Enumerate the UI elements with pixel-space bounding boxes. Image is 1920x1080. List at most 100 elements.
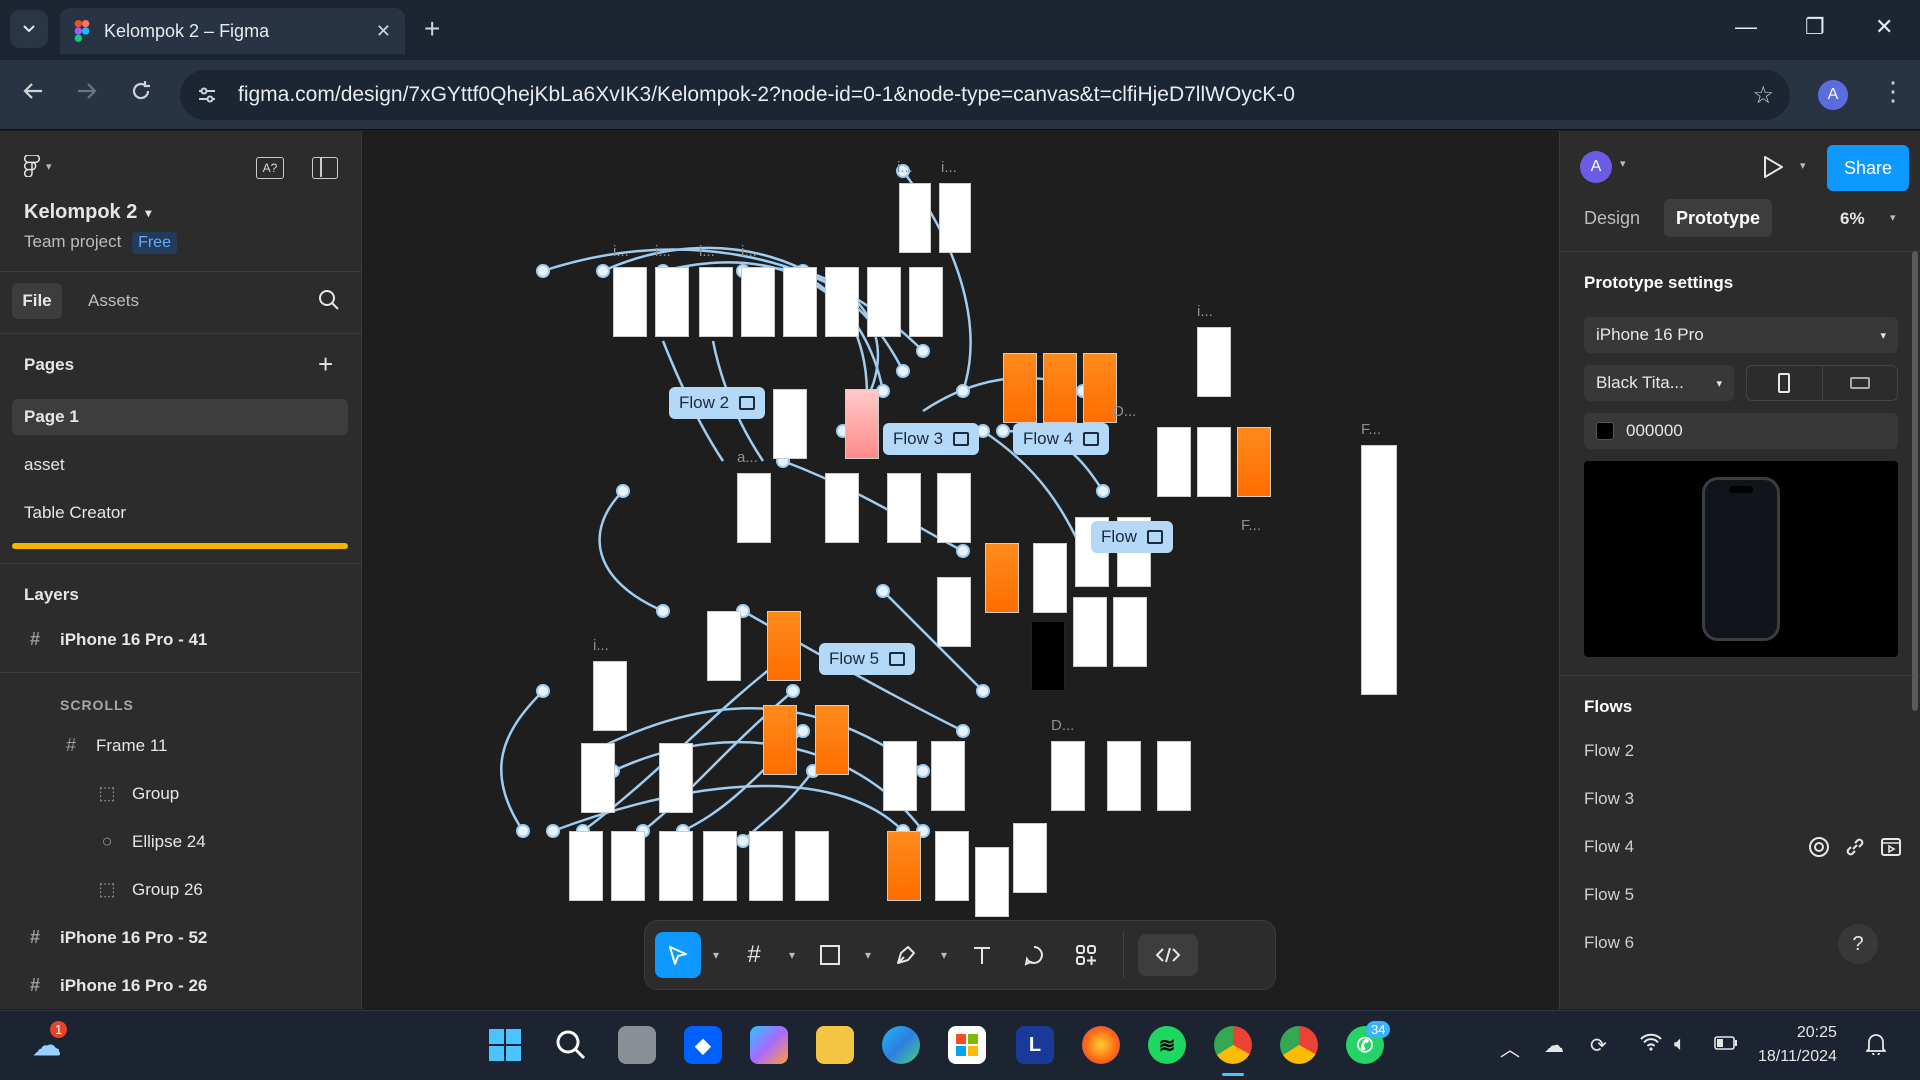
background-color-field[interactable]: 000000 (1584, 413, 1898, 449)
chevron-down-icon[interactable]: ▾ (783, 948, 801, 962)
screen-frame-thumbnail[interactable] (825, 267, 859, 337)
present-flow-icon[interactable] (1880, 836, 1902, 863)
screen-frame-thumbnail[interactable] (1073, 597, 1107, 667)
screen-frame-thumbnail[interactable] (655, 267, 689, 337)
chevron-down-icon[interactable]: ▾ (1800, 159, 1806, 172)
frame-tool-button[interactable]: # (731, 932, 777, 978)
pen-tool-button[interactable] (883, 932, 929, 978)
orientation-toggle[interactable] (1746, 365, 1898, 401)
screen-frame-thumbnail[interactable] (1237, 427, 1271, 497)
link-icon[interactable] (1844, 836, 1866, 863)
screen-frame-thumbnail[interactable] (825, 473, 859, 543)
screen-frame-thumbnail[interactable] (1083, 353, 1117, 423)
microsoft-store-icon[interactable] (948, 1026, 986, 1064)
screen-frame-thumbnail[interactable] (795, 831, 829, 901)
device-model-select[interactable]: Black Tita... ▾ (1584, 365, 1734, 401)
pages-resize-handle[interactable] (12, 543, 348, 549)
restore-button[interactable]: ❐ (1805, 14, 1825, 40)
target-icon[interactable] (1808, 836, 1830, 863)
browser-menu-icon[interactable]: ⋮ (1880, 76, 1906, 107)
landscape-button[interactable] (1823, 366, 1898, 400)
color-hex-value[interactable]: 000000 (1626, 421, 1683, 441)
layer-frame[interactable]: # iPhone 16 Pro - 26 (24, 975, 207, 996)
zoom-level[interactable]: 6% (1840, 209, 1865, 229)
text-tool-button[interactable] (959, 932, 1005, 978)
chevron-down-icon[interactable]: ▾ (1620, 157, 1626, 170)
edge-browser-icon[interactable] (882, 1026, 920, 1064)
screen-frame-thumbnail[interactable] (1033, 543, 1067, 613)
screen-frame-thumbnail[interactable] (763, 705, 797, 775)
share-button[interactable]: Share (1827, 145, 1909, 191)
screen-frame-thumbnail[interactable] (975, 847, 1009, 917)
screen-frame-thumbnail[interactable] (783, 267, 817, 337)
dropbox-icon[interactable]: ◆ (684, 1026, 722, 1064)
firefox-icon[interactable] (1082, 1026, 1120, 1064)
screen-frame-thumbnail[interactable] (613, 267, 647, 337)
screen-frame-thumbnail[interactable] (887, 831, 921, 901)
sync-icon[interactable]: ⟳ (1590, 1033, 1607, 1058)
url-text[interactable]: figma.com/design/7xGYttf0QhejKbLa6XvIK3/… (238, 83, 1752, 107)
screen-frame-thumbnail[interactable] (1107, 741, 1141, 811)
layer-frame[interactable]: # iPhone 16 Pro - 52 (24, 927, 207, 948)
color-swatch[interactable] (1596, 422, 1614, 440)
comment-tool-button[interactable] (1011, 932, 1057, 978)
notifications-bell-icon[interactable] (1864, 1033, 1888, 1061)
file-name-button[interactable]: Kelompok 2 ▾ (24, 201, 151, 224)
chevron-up-icon[interactable]: ︿ (1500, 1033, 1520, 1062)
screen-frame-thumbnail[interactable] (1051, 741, 1085, 811)
chevron-down-icon[interactable]: ▾ (707, 948, 725, 962)
screen-frame-thumbnail[interactable] (611, 831, 645, 901)
screen-frame-thumbnail[interactable] (1197, 327, 1231, 397)
layer-ellipse[interactable]: ○ Ellipse 24 (96, 831, 206, 852)
screen-frame-thumbnail[interactable] (659, 743, 693, 813)
screen-frame-thumbnail[interactable] (1197, 427, 1231, 497)
back-button[interactable] (22, 78, 44, 109)
screen-frame-thumbnail[interactable] (659, 831, 693, 901)
search-icon[interactable] (552, 1026, 590, 1064)
screen-frame-thumbnail[interactable] (939, 183, 971, 253)
tab-design[interactable]: Design (1572, 199, 1652, 237)
portrait-button[interactable] (1747, 366, 1823, 400)
scrollbar[interactable] (1912, 251, 1918, 711)
site-settings-icon[interactable] (196, 84, 218, 106)
screen-frame-thumbnail[interactable] (867, 267, 901, 337)
main-menu-button[interactable]: ▾ (24, 155, 52, 177)
ai-tools-icon[interactable]: A? (256, 157, 284, 179)
system-clock[interactable]: 20:25 18/11/2024 (1758, 1021, 1837, 1069)
layer-group[interactable]: ⬚ Group (96, 783, 179, 804)
screen-frame-thumbnail[interactable] (1043, 353, 1077, 423)
screen-frame-thumbnail[interactable] (581, 743, 615, 813)
screen-frame-thumbnail[interactable] (1157, 427, 1191, 497)
search-layers-button[interactable] (318, 289, 340, 316)
actions-button[interactable] (1063, 932, 1109, 978)
chrome-icon[interactable] (1280, 1026, 1318, 1064)
spotify-icon[interactable]: ≋ (1148, 1026, 1186, 1064)
chrome-icon[interactable] (1214, 1026, 1252, 1064)
screen-frame-thumbnail[interactable] (909, 267, 943, 337)
flow-list-item[interactable]: Flow 5 (1584, 885, 1634, 905)
bookmark-star-icon[interactable]: ☆ (1752, 81, 1774, 110)
screen-frame-thumbnail[interactable] (815, 705, 849, 775)
flow-start-tag[interactable]: Flow 3 (883, 423, 980, 455)
tab-file[interactable]: File (12, 283, 62, 319)
flow-start-tag[interactable]: Flow (1091, 521, 1173, 553)
screen-frame-thumbnail[interactable] (985, 543, 1019, 613)
new-tab-button[interactable]: + (424, 14, 440, 44)
project-name[interactable]: Team project (24, 232, 121, 251)
screen-frame-thumbnail[interactable] (899, 183, 931, 253)
chevron-down-icon[interactable]: ▾ (1890, 211, 1896, 224)
screen-frame-thumbnail[interactable] (707, 611, 741, 681)
screen-frame-thumbnail[interactable] (1031, 621, 1065, 691)
screen-frame-thumbnail[interactable] (593, 661, 627, 731)
flow-list-item[interactable]: Flow 3 (1584, 789, 1634, 809)
screen-frame-thumbnail[interactable] (1003, 353, 1037, 423)
layer-group[interactable]: ⬚ Group 26 (96, 879, 202, 900)
forward-button[interactable] (76, 78, 98, 109)
screen-frame-thumbnail[interactable] (569, 831, 603, 901)
minimize-button[interactable]: — (1735, 14, 1757, 40)
page-item-asset[interactable]: asset (12, 447, 348, 483)
close-window-button[interactable]: ✕ (1875, 14, 1893, 40)
tab-list-button[interactable] (10, 10, 48, 48)
flow-list-item[interactable]: Flow 6 (1584, 933, 1634, 953)
screen-frame-thumbnail[interactable] (931, 741, 965, 811)
